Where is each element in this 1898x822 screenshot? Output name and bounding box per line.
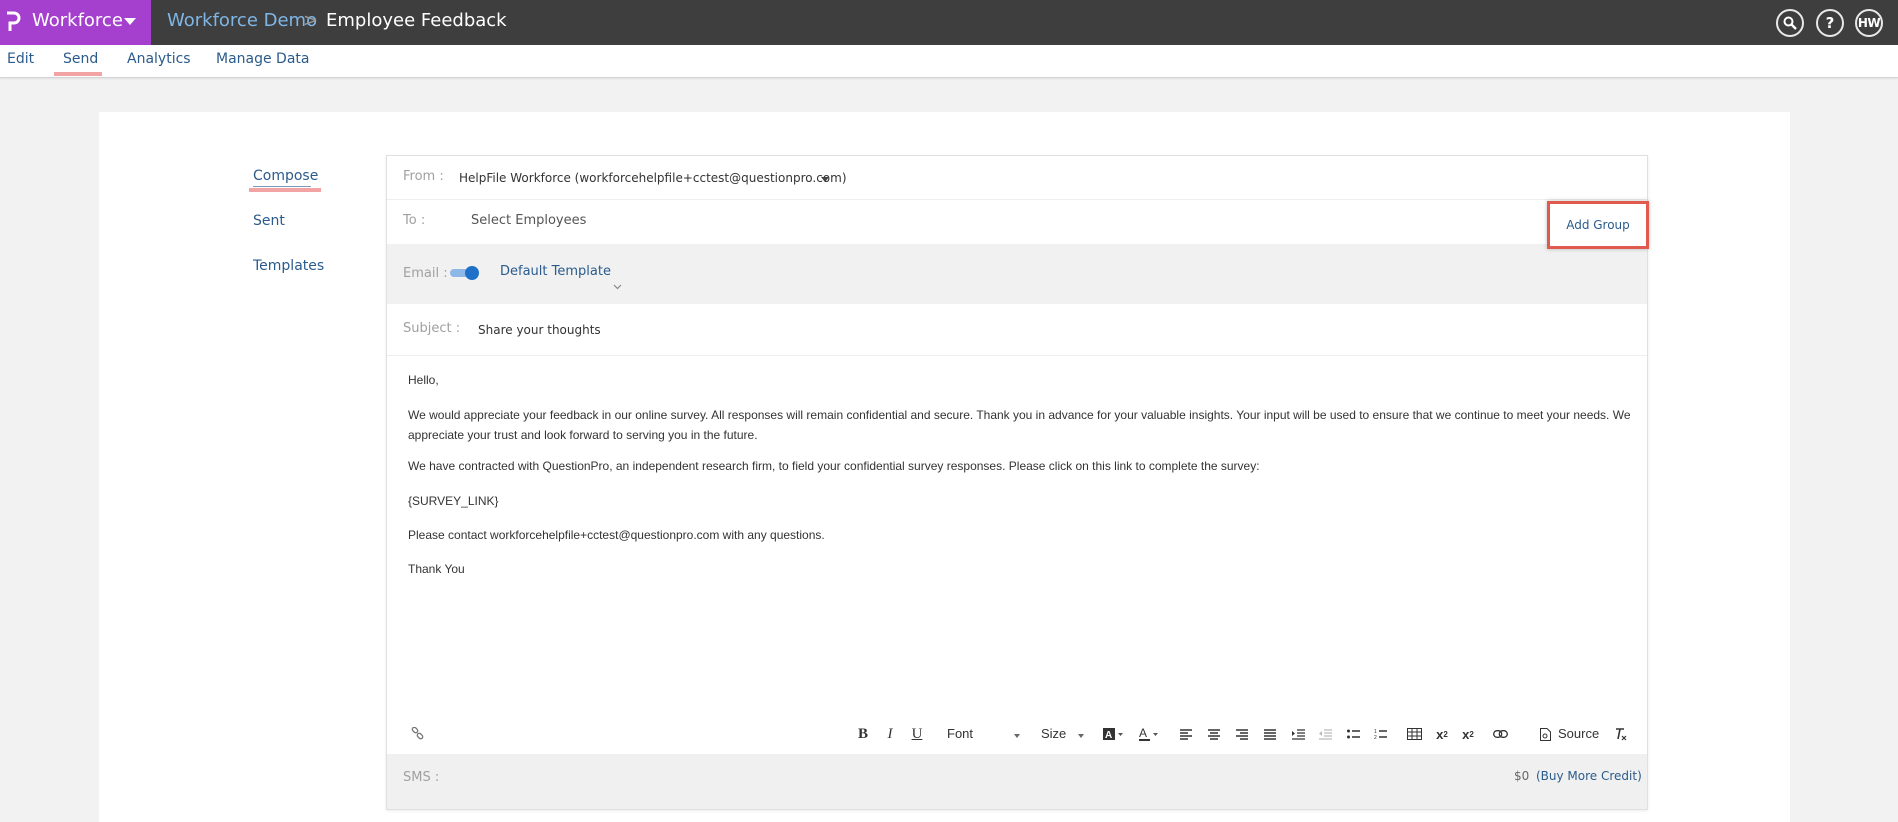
- background-color-button[interactable]: A: [1101, 724, 1125, 744]
- select-employees-input[interactable]: Select Employees: [471, 213, 586, 228]
- add-group-button[interactable]: Add Group: [1547, 201, 1649, 249]
- indent-icon: [1291, 728, 1305, 740]
- superscript-button[interactable]: x2: [1459, 724, 1477, 744]
- app-name: Workforce: [32, 10, 123, 31]
- from-dropdown-icon[interactable]: [821, 177, 829, 182]
- body-greeting: Hello,: [408, 373, 439, 387]
- to-row: To : Select Employees: [387, 200, 1647, 244]
- bulleted-list-icon: [1346, 729, 1360, 738]
- size-select[interactable]: Size: [1041, 726, 1066, 741]
- link-icon: [411, 727, 424, 740]
- compose-underline: [253, 186, 311, 187]
- insert-link-button[interactable]: [409, 724, 427, 744]
- subject-row: Subject : Share your thoughts: [387, 304, 1647, 356]
- sidenav-templates[interactable]: Templates: [253, 258, 324, 274]
- underline-button[interactable]: U: [907, 724, 927, 744]
- source-button[interactable]: Source: [1558, 726, 1599, 741]
- email-toggle[interactable]: [450, 266, 480, 280]
- toggle-knob: [465, 266, 479, 280]
- clear-formatting-button[interactable]: [1613, 724, 1629, 744]
- svg-text:A: A: [1139, 727, 1147, 740]
- insert-table-button[interactable]: [1405, 724, 1423, 744]
- sms-label: SMS :: [403, 770, 440, 785]
- caret-down-icon: [124, 18, 136, 25]
- tab-analytics[interactable]: Analytics: [127, 51, 191, 67]
- tab-send[interactable]: Send: [63, 51, 98, 67]
- chevron-down-icon[interactable]: [613, 284, 622, 290]
- subject-input[interactable]: Share your thoughts: [478, 323, 601, 337]
- size-dropdown-icon[interactable]: [1078, 734, 1084, 738]
- email-body-editor[interactable]: Hello, We would appreciate your feedback…: [387, 356, 1647, 716]
- sidenav-sent[interactable]: Sent: [253, 213, 285, 229]
- from-row: From : HelpFile Workforce (workforcehelp…: [387, 156, 1647, 200]
- tab-manage-data[interactable]: Manage Data: [216, 51, 310, 67]
- email-template-row: Email : Default Template: [387, 244, 1647, 304]
- font-dropdown-icon[interactable]: [1014, 734, 1020, 738]
- background-color-icon: A: [1103, 728, 1123, 741]
- top-bar: Workforce Workforce Demo > Employee Feed…: [0, 0, 1898, 45]
- template-select[interactable]: Default Template: [500, 264, 611, 279]
- table-icon: [1406, 728, 1422, 740]
- source-icon-wrap: [1539, 724, 1551, 744]
- sidenav-compose[interactable]: Compose: [253, 168, 318, 184]
- from-select[interactable]: HelpFile Workforce (workforcehelpfile+cc…: [459, 171, 847, 185]
- numbered-list-button[interactable]: 12: [1372, 724, 1388, 744]
- subscript-button[interactable]: x2: [1433, 724, 1451, 744]
- justify-button[interactable]: [1262, 724, 1278, 744]
- text-color-icon: A: [1139, 727, 1158, 741]
- body-paragraph-2: We have contracted with QuestionPro, an …: [408, 459, 1260, 473]
- body-signoff: Thank You: [408, 562, 465, 576]
- app-switcher[interactable]: Workforce: [0, 0, 151, 45]
- questionpro-logo-icon: [7, 11, 21, 31]
- svg-text:A: A: [1105, 730, 1112, 741]
- email-label: Email :: [403, 266, 448, 281]
- body-survey-link: {SURVEY_LINK}: [408, 494, 499, 508]
- tab-edit[interactable]: Edit: [7, 51, 34, 67]
- align-left-icon: [1180, 728, 1192, 740]
- compose-highlight: [249, 188, 321, 192]
- search-button[interactable]: [1776, 9, 1804, 37]
- add-group-label: Add Group: [1566, 218, 1630, 232]
- subject-label: Subject :: [403, 321, 461, 336]
- breadcrumb-workspace[interactable]: Workforce Demo: [167, 10, 317, 31]
- buy-more-credit-link[interactable]: (Buy More Credit): [1536, 769, 1642, 783]
- outdent-button[interactable]: [1317, 724, 1333, 744]
- sub-navigation: Edit Send Analytics Manage Data: [0, 45, 1898, 78]
- bulleted-list-button[interactable]: [1345, 724, 1361, 744]
- align-right-icon: [1236, 728, 1248, 740]
- body-paragraph-1: We would appreciate your feedback in our…: [408, 408, 1631, 442]
- breadcrumb-survey: Employee Feedback: [326, 10, 507, 31]
- from-label: From :: [403, 169, 444, 184]
- hyperlink-button[interactable]: [1491, 724, 1509, 744]
- align-right-button[interactable]: [1234, 724, 1250, 744]
- font-select[interactable]: Font: [947, 726, 973, 741]
- editor-toolbar: B I U Font Size A A 1 2 x 2 x 2 Source: [387, 716, 1647, 754]
- sms-row: SMS : $0 (Buy More Credit): [387, 754, 1647, 809]
- to-label: To :: [403, 213, 426, 228]
- text-color-button[interactable]: A: [1137, 724, 1161, 744]
- sms-credit-balance: $0: [1514, 769, 1530, 783]
- align-center-icon: [1208, 728, 1220, 740]
- user-avatar[interactable]: HW: [1855, 9, 1883, 37]
- source-icon: [1539, 727, 1551, 741]
- chain-link-icon: [1492, 730, 1508, 738]
- breadcrumb-separator: >: [303, 10, 319, 31]
- bold-button[interactable]: B: [853, 724, 873, 744]
- justify-icon: [1264, 728, 1276, 740]
- compose-panel: From : HelpFile Workforce (workforcehelp…: [386, 155, 1648, 810]
- clear-formatting-icon: [1616, 727, 1627, 740]
- align-left-button[interactable]: [1178, 724, 1194, 744]
- italic-button[interactable]: I: [881, 724, 899, 744]
- body-contact: Please contact workforcehelpfile+cctest@…: [408, 528, 825, 542]
- numbered-list-icon: 12: [1374, 729, 1387, 740]
- active-tab-indicator: [54, 72, 102, 76]
- search-icon: [1783, 16, 1797, 30]
- indent-button[interactable]: [1290, 724, 1306, 744]
- align-center-button[interactable]: [1206, 724, 1222, 744]
- outdent-icon: [1318, 728, 1332, 740]
- svg-text:2: 2: [1374, 735, 1377, 740]
- help-button[interactable]: ?: [1816, 9, 1844, 37]
